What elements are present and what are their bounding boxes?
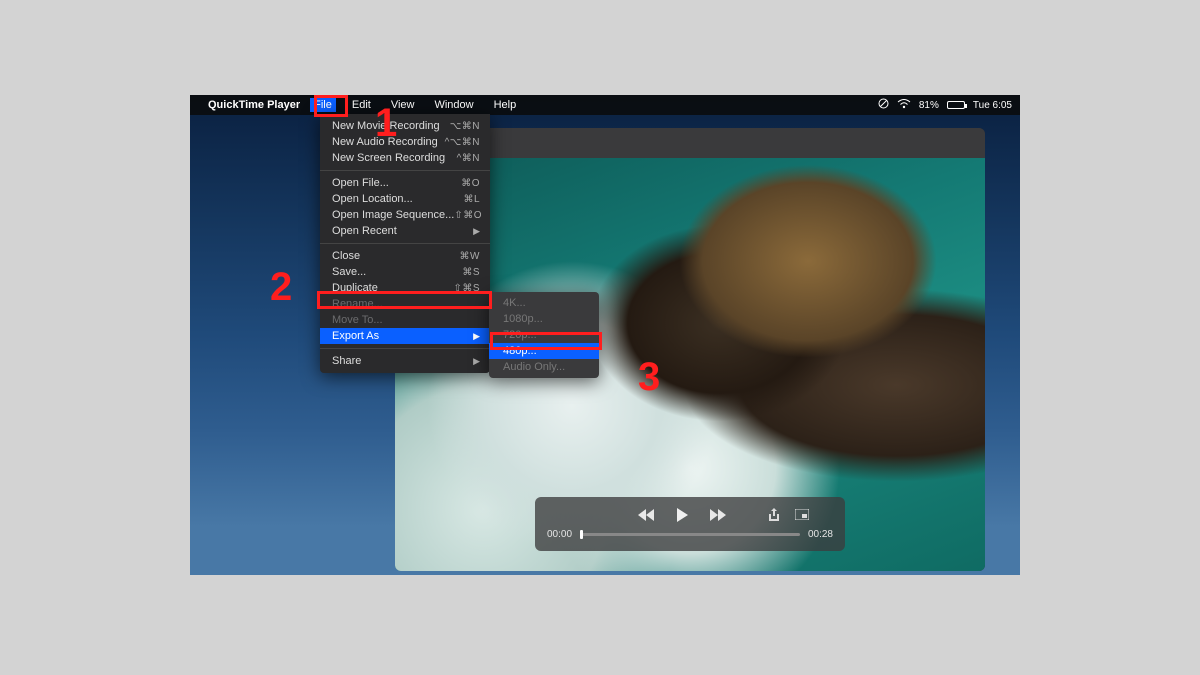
- export-as-submenu: 4K... 1080p... 720p... 480p... Audio Onl…: [489, 292, 599, 378]
- pip-icon[interactable]: [793, 506, 811, 524]
- play-button[interactable]: [673, 506, 691, 524]
- submenu-1080p: 1080p...: [489, 311, 599, 327]
- seek-bar[interactable]: [580, 533, 800, 536]
- current-time: 00:00: [547, 529, 572, 540]
- annotation-number-2: 2: [270, 265, 292, 310]
- playback-controls: 00:00 00:28: [535, 497, 845, 551]
- screenshot-frame: 00:00 00:28 QuickTime Player File Edit V…: [190, 95, 1020, 575]
- menuitem-rename: Rename...: [320, 296, 490, 312]
- share-icon[interactable]: [765, 506, 783, 524]
- menuitem-open-recent[interactable]: Open Recent▶: [320, 223, 490, 239]
- menu-file[interactable]: File: [310, 98, 336, 112]
- do-not-disturb-icon[interactable]: [878, 98, 889, 112]
- submenu-4k: 4K...: [489, 295, 599, 311]
- menubar-clock: Tue 6:05: [973, 100, 1012, 111]
- menuitem-close[interactable]: Close⌘W: [320, 248, 490, 264]
- menuitem-new-movie-recording[interactable]: New Movie Recording⌥⌘N: [320, 118, 490, 134]
- menuitem-new-screen-recording[interactable]: New Screen Recording^⌘N: [320, 150, 490, 166]
- forward-button[interactable]: [709, 506, 727, 524]
- battery-icon[interactable]: [947, 101, 965, 109]
- submenu-480p[interactable]: 480p...: [489, 343, 599, 359]
- menuitem-export-as[interactable]: Export As▶: [320, 328, 490, 344]
- menuitem-save[interactable]: Save...⌘S: [320, 264, 490, 280]
- menubar: QuickTime Player File Edit View Window H…: [190, 95, 1020, 115]
- menu-view[interactable]: View: [387, 98, 419, 112]
- menuitem-move-to: Move To...: [320, 312, 490, 328]
- duration: 00:28: [808, 529, 833, 540]
- menu-edit[interactable]: Edit: [348, 98, 375, 112]
- menu-window[interactable]: Window: [430, 98, 477, 112]
- menuitem-share[interactable]: Share▶: [320, 353, 490, 369]
- menuitem-duplicate[interactable]: Duplicate⇧⌘S: [320, 280, 490, 296]
- file-menu-dropdown: New Movie Recording⌥⌘N New Audio Recordi…: [320, 114, 490, 373]
- menuitem-open-image-sequence[interactable]: Open Image Sequence...⇧⌘O: [320, 207, 490, 223]
- menuitem-new-audio-recording[interactable]: New Audio Recording^⌥⌘N: [320, 134, 490, 150]
- submenu-720p: 720p...: [489, 327, 599, 343]
- wifi-icon[interactable]: [897, 99, 911, 112]
- menuitem-open-location[interactable]: Open Location...⌘L: [320, 191, 490, 207]
- menu-help[interactable]: Help: [490, 98, 521, 112]
- battery-percent: 81%: [919, 100, 939, 111]
- submenu-audio-only: Audio Only...: [489, 359, 599, 375]
- app-name[interactable]: QuickTime Player: [208, 99, 300, 111]
- menuitem-open-file[interactable]: Open File...⌘O: [320, 175, 490, 191]
- rewind-button[interactable]: [637, 506, 655, 524]
